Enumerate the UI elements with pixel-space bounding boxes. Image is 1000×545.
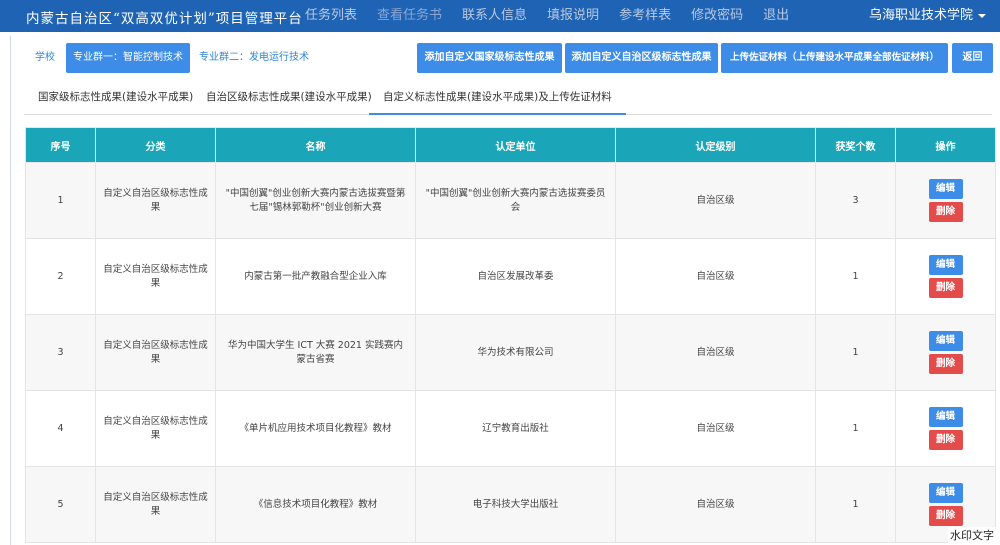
- cell-unit: 自治区发展改革委: [415, 238, 616, 315]
- tab-bar: 国家级标志性成果(建设水平成果) 自治区级标志性成果(建设水平成果) 自定义标志…: [24, 79, 992, 115]
- edit-button[interactable]: 编辑: [928, 179, 963, 199]
- cell-no: 5: [25, 466, 96, 543]
- cell-actions: 编辑 删除: [895, 238, 996, 315]
- cell-unit: "中国创翼"创业创新大赛内蒙古选拔赛委员会: [415, 162, 616, 239]
- edit-button[interactable]: 编辑: [928, 407, 963, 427]
- cell-category: 自定义自治区级标志性成果: [95, 238, 216, 315]
- cell-count: 3: [815, 162, 896, 239]
- cell-category: 自定义自治区级标志性成果: [95, 314, 216, 391]
- cell-name: 内蒙古第一批产教融合型企业入库: [215, 238, 416, 315]
- cell-name: "中国创翼"创业创新大赛内蒙古选拔赛暨第七届"锡林郭勒杯"创业创新大赛: [215, 162, 416, 239]
- col-header-name: 名称: [215, 127, 416, 163]
- col-header-actions: 操作: [895, 127, 996, 163]
- tab-custom[interactable]: 自定义标志性成果(建设水平成果)及上传佐证材料: [369, 79, 626, 115]
- tab-national[interactable]: 国家级标志性成果(建设水平成果): [24, 79, 207, 115]
- cell-no: 2: [25, 238, 96, 315]
- cell-category: 自定义自治区级标志性成果: [95, 390, 216, 467]
- table-header-row: 序号 分类 名称 认定单位 认定级别 获奖个数 操作: [25, 127, 996, 163]
- cell-count: 1: [815, 390, 896, 467]
- cell-level: 自治区级: [615, 314, 816, 391]
- platform-title: 内蒙古自治区“双高双优计划”项目管理平台: [26, 11, 303, 27]
- table-row: 1 自定义自治区级标志性成果 "中国创翼"创业创新大赛内蒙古选拔赛暨第七届"锡林…: [25, 162, 996, 239]
- add-regional-button[interactable]: 添加自定义自治区级标志性成果: [565, 43, 718, 73]
- group2-button[interactable]: 专业群二：发电运行技术: [198, 43, 310, 73]
- cell-actions: 编辑 删除: [895, 314, 996, 391]
- school-button[interactable]: 学校: [30, 43, 60, 73]
- cell-no: 1: [25, 162, 96, 239]
- cell-level: 自治区级: [615, 238, 816, 315]
- cell-level: 自治区级: [615, 162, 816, 239]
- watermark-text: 水印文字: [948, 527, 996, 543]
- cell-unit: 华为技术有限公司: [415, 314, 616, 391]
- group1-button[interactable]: 专业群一：智能控制技术: [66, 43, 190, 73]
- col-header-unit: 认定单位: [415, 127, 616, 163]
- cell-level: 自治区级: [615, 390, 816, 467]
- cell-no: 4: [25, 390, 96, 467]
- caret-down-icon: [978, 13, 986, 18]
- col-header-category: 分类: [95, 127, 216, 163]
- cell-actions: 编辑 删除: [895, 162, 996, 239]
- table-row: 2 自定义自治区级标志性成果 内蒙古第一批产教融合型企业入库 自治区发展改革委 …: [25, 238, 996, 315]
- cell-count: 1: [815, 314, 896, 391]
- nav-change-password[interactable]: 修改密码: [691, 0, 743, 32]
- edit-button[interactable]: 编辑: [928, 331, 963, 351]
- table-row: 4 自定义自治区级标志性成果 《单片机应用技术项目化教程》教材 辽宁教育出版社 …: [25, 390, 996, 467]
- table-row: 3 自定义自治区级标志性成果 华为中国大学生 ICT 大赛 2021 实践赛内 …: [25, 314, 996, 391]
- back-button[interactable]: 返回: [952, 43, 993, 73]
- cell-count: 1: [815, 466, 896, 543]
- cell-unit: 电子科技大学出版社: [415, 466, 616, 543]
- nav-task-list[interactable]: 任务列表: [305, 0, 357, 32]
- results-table: 序号 分类 名称 认定单位 认定级别 获奖个数 操作 1 自定义自治区级标志性成…: [25, 127, 996, 543]
- user-menu[interactable]: 乌海职业技术学院: [869, 0, 986, 32]
- top-navbar: 内蒙古自治区“双高双优计划”项目管理平台 任务列表 查看任务书 联系人信息 填报…: [0, 0, 1000, 32]
- delete-button[interactable]: 删除: [928, 430, 963, 450]
- cell-name: 华为中国大学生 ICT 大赛 2021 实践赛内 蒙古省赛: [215, 314, 416, 391]
- delete-button[interactable]: 删除: [928, 278, 963, 298]
- cell-name: 《单片机应用技术项目化教程》教材: [215, 390, 416, 467]
- nav-fill-instructions[interactable]: 填报说明: [547, 0, 599, 32]
- cell-count: 1: [815, 238, 896, 315]
- delete-button[interactable]: 删除: [928, 202, 963, 222]
- col-header-count: 获奖个数: [815, 127, 896, 163]
- table-row: 5 自定义自治区级标志性成果 《信息技术项目化教程》教材 电子科技大学出版社 自…: [25, 466, 996, 543]
- upload-evidence-button[interactable]: 上传佐证材料（上传建设水平成果全部佐证材料）: [721, 43, 948, 73]
- cell-no: 3: [25, 314, 96, 391]
- main-nav: 任务列表 查看任务书 联系人信息 填报说明 参考样表 修改密码 退出: [305, 0, 809, 32]
- nav-logout[interactable]: 退出: [763, 0, 789, 32]
- delete-button[interactable]: 删除: [928, 506, 963, 526]
- tab-regional[interactable]: 自治区级标志性成果(建设水平成果): [192, 79, 386, 115]
- cell-category: 自定义自治区级标志性成果: [95, 466, 216, 543]
- nav-view-task-book[interactable]: 查看任务书: [377, 0, 442, 32]
- col-header-level: 认定级别: [615, 127, 816, 163]
- cell-actions: 编辑 删除: [895, 390, 996, 467]
- cell-level: 自治区级: [615, 466, 816, 543]
- nav-contact-info[interactable]: 联系人信息: [462, 0, 527, 32]
- add-national-button[interactable]: 添加自定义国家级标志性成果: [417, 43, 562, 73]
- cell-unit: 辽宁教育出版社: [415, 390, 616, 467]
- cell-category: 自定义自治区级标志性成果: [95, 162, 216, 239]
- edit-button[interactable]: 编辑: [928, 483, 963, 503]
- col-header-no: 序号: [25, 127, 96, 163]
- cell-name: 《信息技术项目化教程》教材: [215, 466, 416, 543]
- edit-button[interactable]: 编辑: [928, 255, 963, 275]
- nav-reference-samples[interactable]: 参考样表: [619, 0, 671, 32]
- delete-button[interactable]: 删除: [928, 354, 963, 374]
- user-name: 乌海职业技术学院: [868, 8, 973, 23]
